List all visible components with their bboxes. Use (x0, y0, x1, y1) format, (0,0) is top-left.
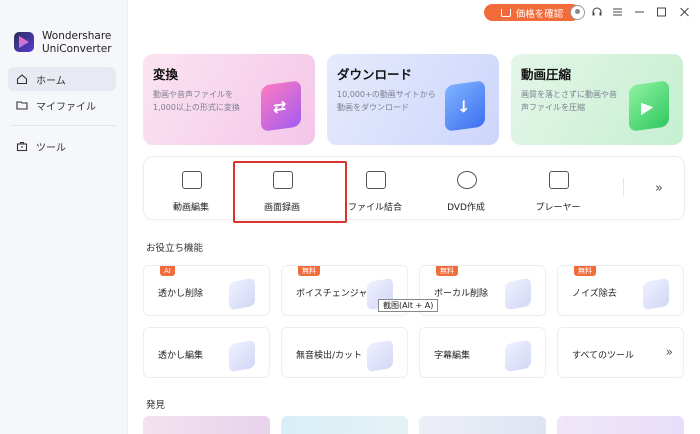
card-all-tools[interactable]: すべてのツール » (557, 327, 684, 378)
player-icon (549, 171, 569, 189)
tool-dvd[interactable]: DVD作成 (421, 157, 511, 221)
screenshot-tooltip: 截图(Alt + A) (378, 299, 439, 312)
feature-card-download[interactable]: ダウンロード 10,000+の動画サイトから動画をダウンロード ↓ (327, 54, 499, 145)
discover-card[interactable] (557, 416, 684, 434)
home-icon (16, 73, 28, 85)
app-name-line1: Wondershare (42, 30, 112, 42)
card-noise-remove[interactable]: 無料 ノイズ除去 (557, 265, 684, 316)
menu-icon[interactable] (610, 5, 624, 19)
sidebar-tool-group: ツール (8, 134, 116, 160)
minimize-icon[interactable] (632, 5, 646, 19)
sidebar-item-tools[interactable]: ツール (8, 134, 116, 158)
feature-desc: 動画や音声ファイルを1,000以上の形式に変換 (153, 90, 240, 112)
feature-card-compress[interactable]: 動画圧縮 画質を落とさずに動画や音声ファイルを圧縮 ▶ (511, 54, 683, 145)
brand: Wondershare UniConverter (14, 30, 112, 56)
check-price-label: 価格を確認 (515, 8, 564, 20)
card-label: ノイズ除去 (572, 289, 617, 299)
compress-icon: ▶ (629, 80, 669, 132)
section-title-discover: 発見 (146, 400, 166, 411)
noise-remove-icon (643, 277, 669, 311)
sidebar-divider (10, 125, 116, 126)
section-title-useful: お役立ち機能 (146, 243, 204, 254)
app-name: Wondershare UniConverter (42, 30, 112, 56)
convert-icon: ⇄ (261, 80, 301, 132)
sidebar-item-label: マイファイル (36, 101, 96, 113)
tool-label: DVD作成 (447, 203, 485, 213)
status-badge: 無料 (436, 266, 458, 276)
discover-card[interactable] (143, 416, 270, 434)
feature-card-convert[interactable]: 変換 動画や音声ファイルを1,000以上の形式に変換 ⇄ (143, 54, 315, 145)
feature-title: 動画圧縮 (521, 67, 572, 82)
tools-strip: 動画編集 画面録画 ファイル結合 DVD作成 プレーヤー (143, 156, 685, 220)
tool-video-edit[interactable]: 動画編集 (146, 157, 236, 221)
feature-title: ダウンロード (337, 67, 413, 82)
app-logo-icon (14, 32, 34, 52)
discover-card[interactable] (281, 416, 408, 434)
ai-cut-icon (367, 339, 393, 373)
card-subtitle-edit[interactable]: 字幕編集 (419, 327, 546, 378)
maximize-icon[interactable] (654, 5, 668, 19)
watermark-edit-icon (229, 339, 255, 373)
vocal-remove-icon (505, 277, 531, 311)
card-silence-detect[interactable]: 無音検出/カット (281, 327, 408, 378)
sidebar-nav: ホーム マイファイル (8, 67, 116, 119)
chevron-right-icon[interactable]: » (655, 181, 663, 196)
card-label: ボイスチェンジャー (296, 289, 377, 299)
watermark-remove-icon (229, 277, 255, 311)
app-name-line2: UniConverter (42, 43, 112, 55)
toolbox-icon (16, 140, 28, 152)
avatar[interactable] (570, 5, 585, 20)
discover-card[interactable] (419, 416, 546, 434)
tool-label: プレーヤー (535, 203, 581, 213)
feature-title: 変換 (153, 67, 179, 82)
tools-divider (623, 178, 624, 196)
feature-desc: 10,000+の動画サイトから動画をダウンロード (337, 90, 436, 112)
merge-icon (366, 171, 386, 189)
sidebar-item-label: ホーム (36, 75, 66, 87)
card-watermark-edit[interactable]: 透かし編集 (143, 327, 270, 378)
tool-label: 動画編集 (172, 203, 209, 213)
title-bar: 価格を確認 (128, 0, 700, 26)
folder-icon (16, 99, 28, 111)
headset-icon[interactable] (590, 5, 604, 19)
sidebar: Wondershare UniConverter ホーム マイファイル ツール (0, 0, 128, 434)
card-label: 透かし編集 (158, 351, 204, 361)
sidebar-item-label: ツール (36, 142, 66, 154)
tool-player[interactable]: プレーヤー (513, 157, 603, 221)
card-label: ボーカル削除 (434, 289, 489, 299)
status-badge: 無料 (574, 266, 596, 276)
chevron-right-icon: » (665, 345, 673, 359)
card-label: 無音検出/カット (296, 351, 363, 361)
status-badge: 無料 (298, 266, 320, 276)
screen-record-highlight (233, 161, 347, 223)
close-icon[interactable] (677, 5, 691, 19)
dvd-icon (457, 171, 477, 189)
card-label: すべてのツール (572, 351, 635, 361)
sidebar-item-home[interactable]: ホーム (8, 67, 116, 91)
video-edit-icon (182, 171, 202, 189)
cart-icon (500, 8, 511, 17)
subtitle-icon (505, 339, 531, 373)
status-badge: AI (160, 266, 175, 276)
feature-desc: 画質を落とさずに動画や音声ファイルを圧縮 (521, 90, 617, 112)
card-label: 透かし削除 (158, 289, 204, 299)
sidebar-item-myfiles[interactable]: マイファイル (8, 93, 116, 117)
card-watermark-remove[interactable]: AI 透かし削除 (143, 265, 270, 316)
download-icon: ↓ (445, 80, 485, 132)
check-price-button[interactable]: 価格を確認 (484, 4, 580, 21)
card-label: 字幕編集 (434, 351, 471, 361)
